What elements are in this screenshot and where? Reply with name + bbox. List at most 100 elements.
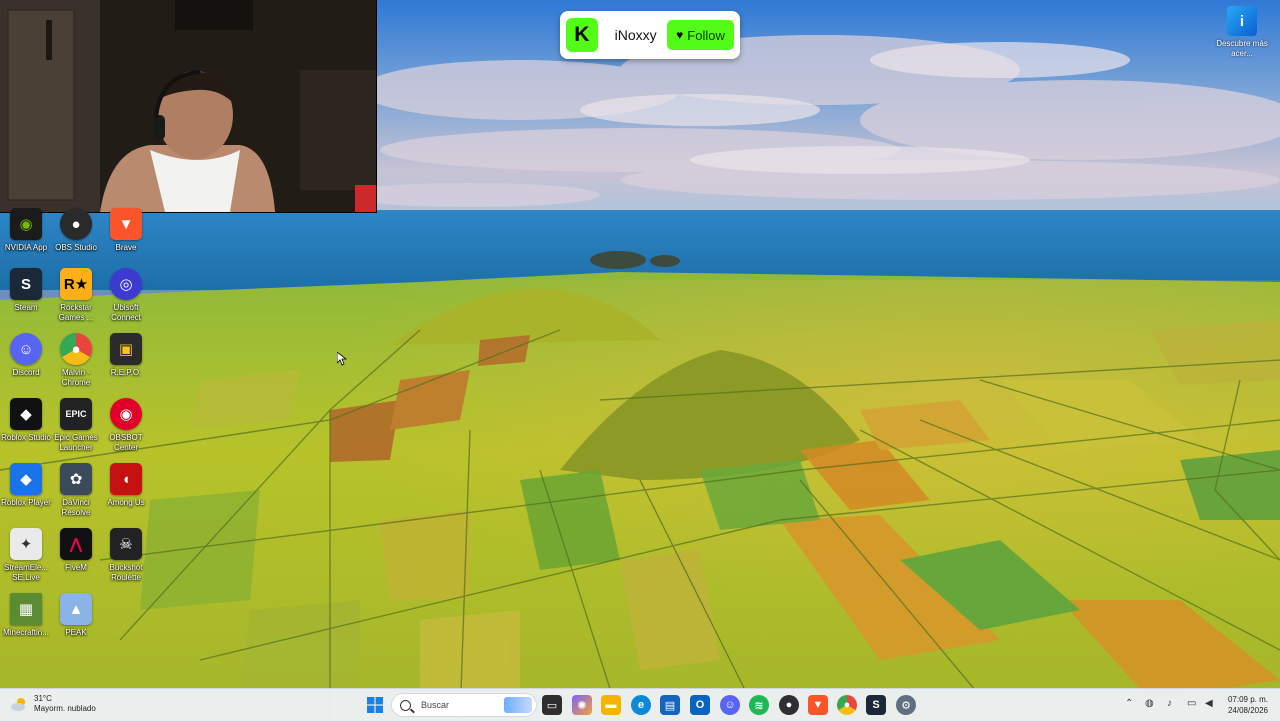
volume-icon[interactable]: ◀ (1205, 698, 1213, 709)
weather-description: Mayorm. nublado (34, 704, 96, 713)
peak-icon: ▲ (60, 593, 92, 625)
roblox-player-icon: ◆ (10, 463, 42, 495)
desktop-icon-label: Brave (115, 243, 137, 252)
microphone-icon[interactable]: ♪ (1167, 698, 1172, 709)
desktop-icon-label: Among Us (107, 498, 145, 507)
desktop-icon-label: NVIDIA App (4, 243, 48, 252)
desktop-icon-steam[interactable]: S Steam (0, 268, 52, 313)
desktop-icon-label: Roblox Studio (1, 433, 51, 442)
clock-date: 24/08/2026 (1227, 706, 1268, 715)
taskbar-copilot[interactable]: ✺ (572, 695, 592, 715)
desktop-icon-ubisoft-connect[interactable]: ◎ Ubisoft Connect (100, 268, 152, 323)
taskbar-outlook[interactable]: O (690, 695, 710, 715)
desktop-icon-label: Minecraftin... (3, 628, 49, 637)
desktop-icon-label: Malvin - Chrome (61, 368, 91, 387)
kick-logo-icon: K (566, 18, 598, 52)
chrome-icon: ● (60, 333, 92, 365)
obsbot-icon: ◉ (110, 398, 142, 430)
desktop-icon-label: Rockstar Games ... (58, 303, 94, 322)
desktop-icon-label: OBSBOT Center (109, 433, 143, 452)
desktop-icon-streamelements[interactable]: ✦ StreamEle... SE.Live (0, 528, 52, 583)
desktop-icon-peak[interactable]: ▲ PEAK (50, 593, 102, 638)
taskbar-task-view[interactable]: ▭ (542, 695, 562, 715)
taskbar-spotify[interactable]: ≋ (749, 695, 769, 715)
mouse-cursor-icon (337, 352, 347, 366)
desktop-icon-nvidia-app[interactable]: ◉ NVIDIA App (0, 208, 52, 253)
webcam-overlay (0, 0, 377, 213)
desktop-icon-label: StreamEle... SE.Live (3, 563, 48, 582)
desktop-icon-minecraft[interactable]: ▦ Minecraftin... (0, 593, 52, 638)
search-placeholder: Buscar (421, 700, 450, 710)
edge-icon: e (637, 699, 645, 711)
desktop-icon-among-us[interactable]: ◖ Among Us (100, 463, 152, 508)
discover-desktop-icon[interactable]: i Descubre más acer... (1216, 6, 1268, 59)
taskbar-brave[interactable]: ▼ (808, 695, 828, 715)
spotify-icon: ≋ (754, 699, 764, 712)
display-icon[interactable]: ▭ (1187, 698, 1196, 709)
discord-icon: ☺ (10, 333, 42, 365)
desktop-icon-label: Ubisoft Connect (111, 303, 141, 322)
desktop-icon-label: Roblox Player (1, 498, 51, 507)
desktop-icon-brave[interactable]: ▼ Brave (100, 208, 152, 253)
settings-icon: ⚙ (901, 699, 911, 712)
desktop-icon-label: Epic Games Launcher (54, 433, 98, 452)
taskbar-discord[interactable]: ☺ (720, 695, 740, 715)
folder-icon: ▬ (605, 699, 617, 711)
desktop-icon-roblox-studio[interactable]: ◆ Roblox Studio (0, 398, 52, 443)
desktop-icon-obsbot-center[interactable]: ◉ OBSBOT Center (100, 398, 152, 453)
fivem-icon: ⋀ (60, 528, 92, 560)
steam-icon: S (10, 268, 42, 300)
cloudy-weather-icon (10, 696, 28, 712)
search-icon (400, 699, 411, 711)
taskbar-file-explorer[interactable]: ▬ (601, 695, 621, 715)
desktop-icon-obs-studio[interactable]: ● OBS Studio (50, 208, 102, 253)
obs-icon: ● (60, 208, 92, 240)
minecraft-icon: ▦ (10, 593, 42, 625)
heart-icon: ♥ (676, 28, 684, 42)
windows-logo-icon (367, 697, 383, 713)
taskbar-settings[interactable]: ⚙ (896, 695, 916, 715)
discord-icon: ☺ (724, 699, 736, 711)
taskbar-store[interactable]: ▤ (660, 695, 680, 715)
task-view-icon: ▭ (546, 699, 558, 712)
taskbar-steam[interactable]: S (866, 695, 886, 715)
desktop-icon-roblox-player[interactable]: ◆ Roblox Player (0, 463, 52, 508)
desktop-icon-label: Steam (14, 303, 38, 312)
desktop-icon-malvin-chrome[interactable]: ● Malvin - Chrome (50, 333, 102, 388)
store-icon: ▤ (664, 699, 676, 712)
taskbar-obs[interactable]: ● (779, 695, 799, 715)
channel-name: iNoxxy (614, 27, 657, 43)
davinci-icon: ✿ (60, 463, 92, 495)
desktop-icon-label: DaVinci Resolve (61, 498, 91, 517)
desktop-icon-label: R.E.P.O. (110, 368, 142, 377)
ubisoft-icon: ◎ (110, 268, 142, 300)
taskbar: 31°C Mayorm. nublado Buscar ▭ ✺ ▬ e ▤ O … (0, 688, 1280, 721)
taskbar-edge[interactable]: e (631, 695, 651, 715)
brave-icon: ▼ (110, 208, 142, 240)
desktop-icon-davinci-resolve[interactable]: ✿ DaVinci Resolve (50, 463, 102, 518)
outlook-icon: O (695, 699, 705, 711)
chevron-up-icon[interactable]: ⌃ (1125, 698, 1133, 709)
desktop-icon-repo[interactable]: ▣ R.E.P.O. (100, 333, 152, 378)
desktop-icon-buckshot-roulette[interactable]: ☠ Buckshot Roulette (100, 528, 152, 583)
chrome-icon: ● (843, 699, 851, 711)
buckshot-icon: ☠ (110, 528, 142, 560)
follow-button[interactable]: ♥ Follow (667, 20, 734, 50)
taskbar-search-input[interactable]: Buscar (391, 693, 537, 717)
desktop-icon-epic-games[interactable]: EPIC Epic Games Launcher (50, 398, 102, 453)
weather-widget[interactable]: 31°C Mayorm. nublado (10, 694, 96, 714)
desktop-icon-discord[interactable]: ☺ Discord (0, 333, 52, 378)
rockstar-icon: R★ (60, 268, 92, 300)
desktop-icon-label: Discord (12, 368, 40, 377)
taskbar-chrome[interactable]: ● (837, 695, 857, 715)
taskbar-clock[interactable]: 07:09 p. m. 24/08/2026 (1222, 694, 1268, 716)
copilot-icon: ✺ (577, 699, 587, 712)
start-button[interactable] (365, 695, 385, 715)
discover-label: Descubre más acer... (1216, 39, 1268, 58)
desktop-icon-fivem[interactable]: ⋀ FiveM (50, 528, 102, 573)
epic-games-icon: EPIC (60, 398, 92, 430)
desktop-icon-rockstar-games[interactable]: R★ Rockstar Games ... (50, 268, 102, 323)
among-us-icon: ◖ (110, 463, 142, 495)
brave-icon: ▼ (812, 699, 824, 711)
network-icon[interactable]: ◍ (1145, 698, 1154, 709)
